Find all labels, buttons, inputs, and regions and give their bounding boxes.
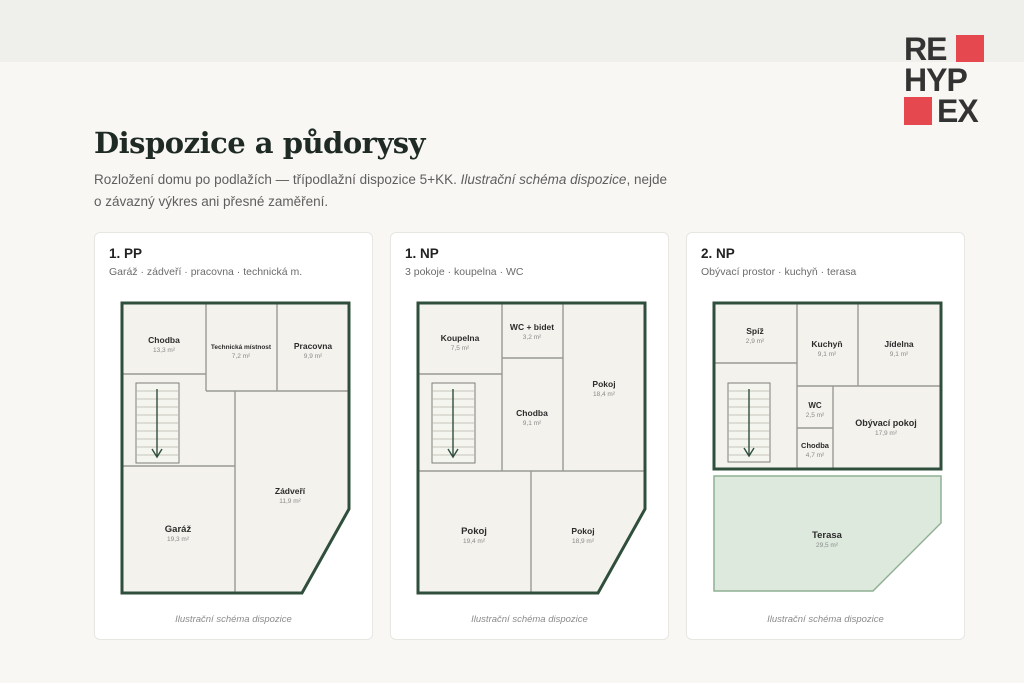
floor-plan-caption: Ilustrační schéma dispozice: [767, 614, 884, 625]
floor-card-pp: 1. PP Garáž · zádveří · pracovna · techn…: [94, 232, 373, 640]
room-area-obyvaci-pokoj: 17,9 m²: [875, 430, 898, 437]
logo-text-line-2: HYP: [904, 62, 968, 98]
page-title: Dispozice a půdorysy: [94, 126, 425, 160]
room-area-chodba: 4,7 m²: [806, 452, 825, 459]
floor-plan-pp: Chodba 13,3 m² Technická místnost 7,2 m²…: [120, 301, 351, 595]
room-label-pokoj-2: Pokoj: [461, 526, 487, 537]
room-area-pokoj-3: 18,9 m²: [572, 538, 595, 545]
room-label-chodba: Chodba: [148, 335, 180, 345]
floor-card-np1: 1. NP 3 pokoje · koupelna · WC Koupelna: [390, 232, 669, 640]
room-label-pokoj-3: Pokoj: [571, 526, 594, 536]
floor-plan-np2: Spíž 2,9 m² Kuchyň 9,1 m² Jídelna 9,1 m²…: [712, 301, 943, 592]
brand-logo[interactable]: RE HYP EX: [904, 31, 984, 129]
room-area-wc-bidet: 3,2 m²: [523, 334, 542, 341]
room-area-chodba: 13,3 m²: [153, 347, 176, 354]
room-area-kuchyn: 9,1 m²: [818, 351, 837, 358]
logo-square-top: [956, 35, 984, 62]
room-area-wc: 2,5 m²: [806, 412, 825, 419]
room-label-pokoj-1: Pokoj: [592, 379, 615, 389]
room-area-garaz: 19,3 m²: [167, 536, 190, 543]
room-area-spiz: 2,9 m²: [746, 338, 765, 345]
room-label-chodba: Chodba: [516, 408, 548, 418]
subtitle-text: Rozložení domu po podlažích — třípodlažn…: [94, 172, 457, 187]
floor-plan-np1: Koupelna 7,5 m² WC + bidet 3,2 m² Chodba…: [416, 301, 647, 595]
logo-square-bottom: [904, 97, 932, 125]
top-bar: [0, 0, 1024, 62]
floor-card-np2: 2. NP Obývací prostor · kuchyň · terasa: [686, 232, 965, 640]
room-label-garaz: Garáž: [165, 524, 192, 535]
room-area-koupelna: 7,5 m²: [451, 345, 470, 352]
room-area-terasa: 29,5 m²: [816, 542, 839, 549]
room-area-technicka-mistnost: 7,2 m²: [232, 353, 251, 360]
stairs: [431, 382, 476, 464]
room-label-kuchyn: Kuchyň: [811, 339, 842, 349]
page-subtitle: Rozložení domu po podlažích — třípodlažn…: [94, 169, 674, 213]
room-area-pracovna: 9,9 m²: [304, 353, 323, 360]
stairs: [135, 382, 180, 464]
room-label-spiz: Spíž: [746, 326, 763, 336]
room-label-chodba: Chodba: [801, 441, 830, 450]
logo-text-line-3: EX: [937, 93, 979, 129]
room-area-pokoj-2: 19,4 m²: [463, 538, 486, 545]
floor-plan-caption: Ilustrační schéma dispozice: [471, 614, 588, 625]
room-label-obyvaci-pokoj: Obývací pokoj: [855, 418, 917, 428]
floor-plan-caption: Ilustrační schéma dispozice: [175, 614, 292, 625]
room-label-koupelna: Koupelna: [441, 333, 480, 343]
room-area-zadveri: 11,9 m²: [279, 498, 301, 505]
room-area-chodba: 9,1 m²: [523, 420, 542, 427]
room-label-pracovna: Pracovna: [294, 341, 333, 351]
subtitle-italic-text: Ilustrační schéma dispozice: [460, 172, 627, 187]
room-label-wc: WC: [808, 401, 822, 410]
room-area-jidelna: 9,1 m²: [890, 351, 909, 358]
room-label-terasa: Terasa: [812, 530, 843, 541]
room-label-wc-bidet: WC + bidet: [510, 322, 554, 332]
stairs: [727, 382, 771, 463]
room-area-pokoj-1: 18,4 m²: [593, 391, 616, 398]
room-label-jidelna: Jídelna: [884, 339, 914, 349]
logo-text-line-1: RE: [904, 31, 947, 67]
room-label-technicka-mistnost: Technická místnost: [211, 344, 272, 351]
room-label-zadveri: Zádveří: [275, 486, 306, 496]
